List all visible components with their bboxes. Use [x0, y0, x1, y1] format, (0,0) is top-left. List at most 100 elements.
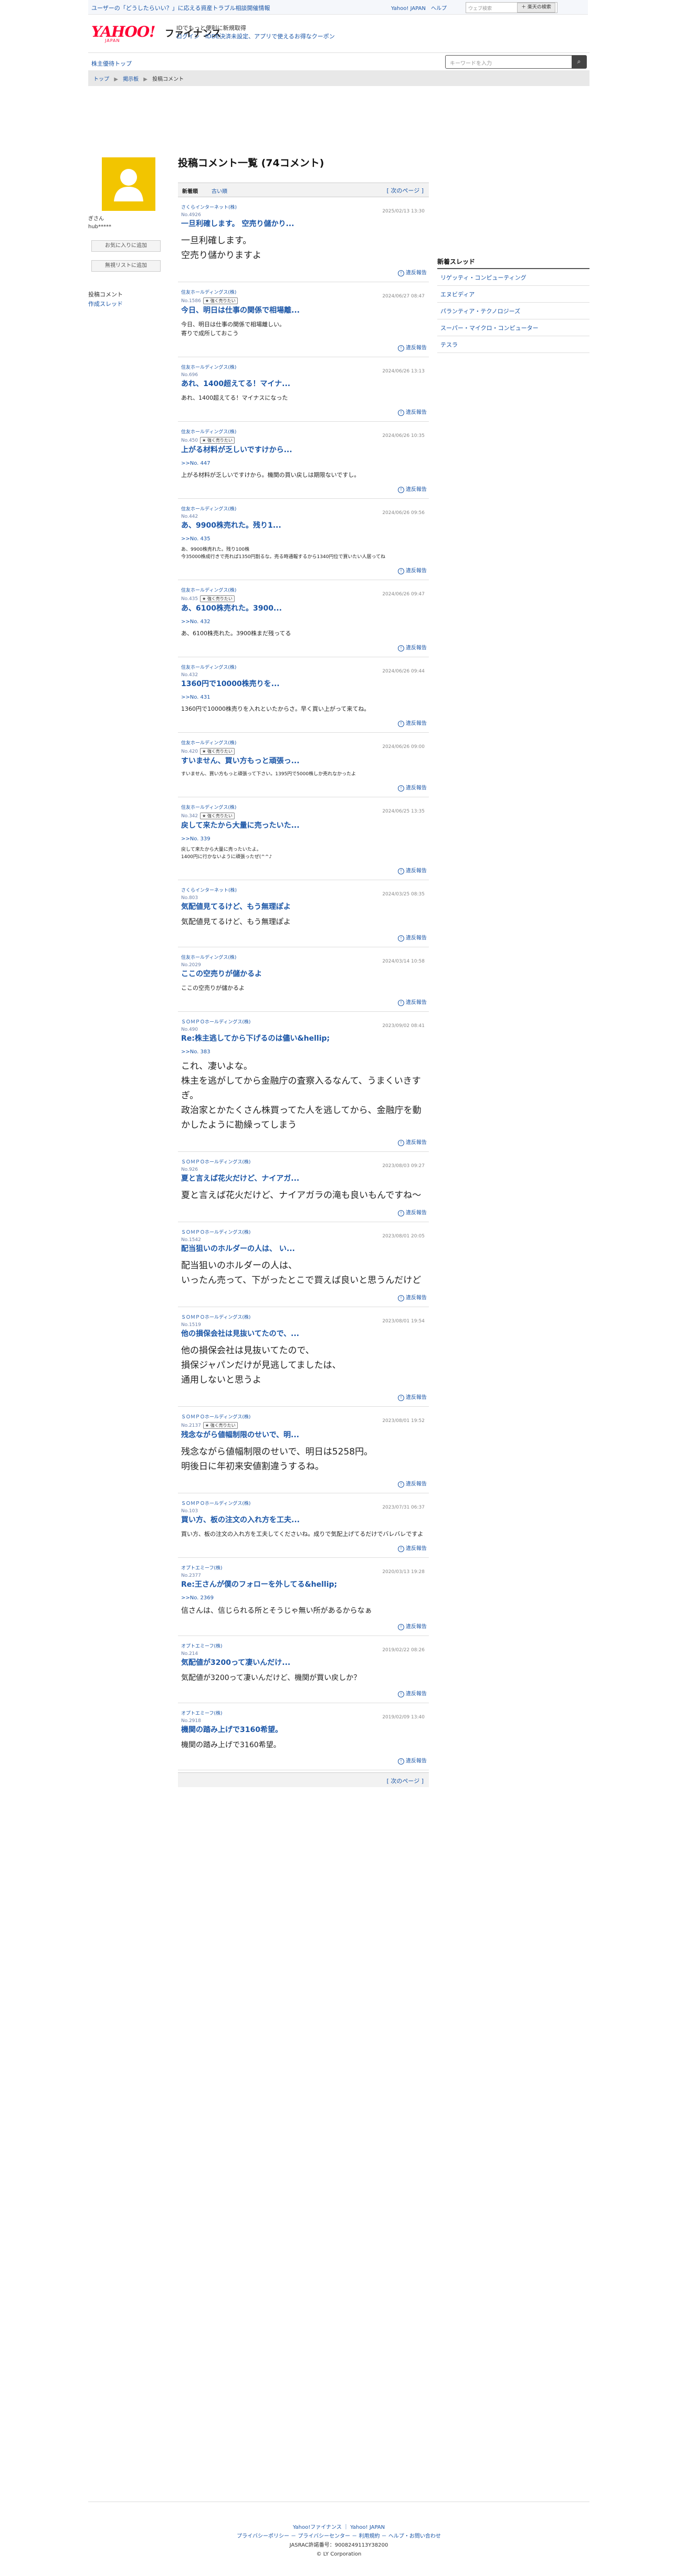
comment-no[interactable]: No.450	[181, 438, 198, 443]
comment-title[interactable]: 配当狙いのホルダーの人は、 い...	[181, 1244, 427, 1254]
comment-no[interactable]: No.696	[181, 372, 198, 378]
report-link[interactable]: ! 違反報告	[181, 1293, 427, 1301]
report-link[interactable]: ! 違反報告	[181, 1208, 427, 1216]
yahoo-finance-logo[interactable]: YAHOO! JAPAN ファイナンス	[91, 23, 221, 43]
comment-title[interactable]: 買い方、板の注文の入れ方を工夫...	[181, 1515, 427, 1525]
add-ignore-button[interactable]: 無視リストに追加	[91, 260, 161, 272]
comment-title[interactable]: 今日、明日は仕事の関係で相場離...	[181, 306, 427, 316]
report-link[interactable]: ! 違反報告	[181, 408, 427, 416]
reply-link[interactable]: >>No. 431	[181, 694, 427, 700]
comment-no[interactable]: No.490	[181, 1027, 198, 1032]
thread-link[interactable]: エヌビディア	[437, 286, 589, 303]
footer-links[interactable]: Yahoo!ファイナンス ｜ Yahoo! JAPAN	[88, 2523, 589, 2532]
comment-title[interactable]: 戻して来たから大量に売ったいた...	[181, 821, 427, 831]
reply-link[interactable]: >>No. 432	[181, 619, 427, 625]
reply-link[interactable]: >>No. 447	[181, 461, 427, 466]
add-favorite-button[interactable]: お気に入りに追加	[91, 240, 161, 252]
comment-no[interactable]: No.342	[181, 814, 198, 819]
comment-title[interactable]: あ、9900株売れた。残り1...	[181, 521, 427, 531]
report-link[interactable]: ! 違反報告	[181, 643, 427, 651]
comment-no[interactable]: No.2137	[181, 1423, 201, 1428]
comment-title[interactable]: 上がる材料が乏しいですけから...	[181, 445, 427, 455]
header-line-2[interactable]: ログイン IDDE決済未設定、アプリで使えるお得なクーポン	[176, 33, 335, 41]
thread-link[interactable]: テスラ	[437, 336, 589, 353]
comment-no[interactable]: No.103	[181, 1509, 198, 1514]
comment-no[interactable]: No.432	[181, 672, 198, 678]
comment-title[interactable]: 機関の踏み上げで3160希望。	[181, 1725, 427, 1735]
search-icon[interactable]: ⌕	[572, 56, 586, 68]
promo-link[interactable]: ユーザーの「どうしたらいい？」に応える資産トラブル相談開催情報	[91, 4, 270, 12]
report-link[interactable]: ! 違反報告	[181, 1138, 427, 1146]
report-link[interactable]: ! 違反報告	[181, 343, 427, 351]
comment-title[interactable]: 残念ながら値幅制限のせいで、明...	[181, 1430, 427, 1440]
breadcrumb-item[interactable]: トップ	[93, 77, 109, 82]
report-link[interactable]: ! 違反報告	[181, 566, 427, 574]
comment-title[interactable]: あれ、1400超えてる！マイナ...	[181, 379, 427, 389]
breadcrumb-item[interactable]: 掲示板	[123, 77, 139, 82]
comment-title[interactable]: ここの空売りが儲かるよ	[181, 969, 427, 979]
comment-no[interactable]: No.4926	[181, 212, 201, 218]
comment-no[interactable]: No.442	[181, 514, 198, 519]
comment-title[interactable]: あ、6100株売れた。3900...	[181, 604, 427, 614]
comment-no[interactable]: No.420	[181, 749, 198, 754]
comment-title[interactable]: Re:株主逃してから下げるのは儘い&hellip;	[181, 1034, 427, 1044]
comment-title[interactable]: Re:王さんが僕のフォローを外してる&hellip;	[181, 1580, 427, 1590]
comment-title[interactable]: すいません、買い方もっと頑張っ...	[181, 756, 427, 766]
thread-link[interactable]: スーパー・マイクロ・コンピューター	[437, 319, 589, 336]
report-link[interactable]: ! 違反報告	[181, 783, 427, 792]
reply-link[interactable]: >>No. 339	[181, 836, 427, 842]
comment-title[interactable]: 気配値見てるけど、もう無理ぽよ	[181, 902, 427, 912]
report-link[interactable]: ! 違反報告	[181, 933, 427, 942]
comment-item: オプトエミーフ(株) No.214 2019/02/22 08:26 気配値が3200…	[178, 1636, 429, 1703]
comment-no[interactable]: No.1519	[181, 1322, 201, 1328]
comment-title[interactable]: 1360円で10000株売りを...	[181, 679, 427, 689]
header-line-1[interactable]: IDでもっと便利に新規取得	[176, 24, 335, 33]
nav-threads[interactable]: 作成スレッド	[88, 300, 123, 309]
comment-item: ＳＯＭＰＯホールディングス(株) No.1542 2023/08/01 20:05 配…	[178, 1222, 429, 1307]
panel-heading: 新着スレッド	[437, 257, 589, 269]
next-page-link[interactable]: [ 次のページ ]	[387, 186, 424, 195]
header-login-info: IDでもっと便利に新規取得 ログイン IDDE決済未設定、アプリで使えるお得なク…	[176, 24, 335, 41]
report-link[interactable]: ! 違反報告	[181, 268, 427, 276]
report-link[interactable]: ! 違反報告	[181, 866, 427, 874]
comment-no[interactable]: No.1542	[181, 1237, 201, 1243]
comment-title[interactable]: 気配値が3200って凄いんだけ...	[181, 1658, 427, 1668]
web-search-button[interactable]: ＋ 楽天の検索	[517, 3, 555, 13]
thread-link[interactable]: パランティア・テクノロジーズ	[437, 303, 589, 319]
reply-link[interactable]: >>No. 383	[181, 1049, 427, 1055]
comment-no[interactable]: No.803	[181, 895, 198, 901]
report-link[interactable]: ! 違反報告	[181, 1479, 427, 1488]
report-icon: !	[398, 410, 404, 416]
reply-link[interactable]: >>No. 2369	[181, 1595, 427, 1601]
report-link[interactable]: ! 違反報告	[181, 1756, 427, 1765]
nav-home-link[interactable]: 株主優待トップ	[91, 59, 132, 68]
comment-no[interactable]: No.435	[181, 596, 198, 602]
footer-policy-links[interactable]: プライバシーポリシー － プライバシーセンター － 利用規約 － ヘルプ・お問い…	[88, 2532, 589, 2541]
report-link[interactable]: ! 違反報告	[181, 719, 427, 727]
comment-no[interactable]: No.1586	[181, 298, 201, 304]
comment-title[interactable]: 夏と言えば花火だけど、ナイアガ...	[181, 1174, 427, 1184]
keyword-search-input[interactable]: キーワードを入力 ⌕	[445, 55, 587, 69]
comment-date: 2024/06/27 08:47	[382, 294, 425, 299]
comment-no[interactable]: No.2377	[181, 1573, 201, 1578]
thread-link[interactable]: リゲッティ・コンピューティング	[437, 269, 589, 286]
comment-no[interactable]: No.2029	[181, 963, 201, 968]
sort-new-tab[interactable]: 新着順	[182, 187, 198, 195]
comment-no[interactable]: No.926	[181, 1167, 198, 1172]
reply-link[interactable]: >>No. 435	[181, 536, 427, 542]
nav-comments[interactable]: 投稿コメント	[88, 290, 123, 300]
sort-old-tab[interactable]: 古い順	[212, 187, 227, 195]
comment-no[interactable]: No.214	[181, 1651, 198, 1656]
report-link[interactable]: ! 違反報告	[181, 1622, 427, 1630]
comment-no[interactable]: No.2918	[181, 1718, 201, 1724]
report-link[interactable]: ! 違反報告	[181, 998, 427, 1006]
comment-title[interactable]: 一旦利確します。 空売り儲かり...	[181, 219, 427, 229]
report-link[interactable]: ! 違反報告	[181, 1689, 427, 1697]
top-links[interactable]: Yahoo! JAPAN ヘルプ	[391, 4, 447, 12]
report-link[interactable]: ! 違反報告	[181, 1393, 427, 1401]
comment-title[interactable]: 他の損保会社は見抜いてたので、...	[181, 1329, 427, 1339]
report-link[interactable]: ! 違反報告	[181, 485, 427, 493]
report-link[interactable]: ! 違反報告	[181, 1544, 427, 1552]
report-label: 違反報告	[406, 1000, 427, 1006]
next-page-link[interactable]: [ 次のページ ]	[387, 1777, 424, 1785]
